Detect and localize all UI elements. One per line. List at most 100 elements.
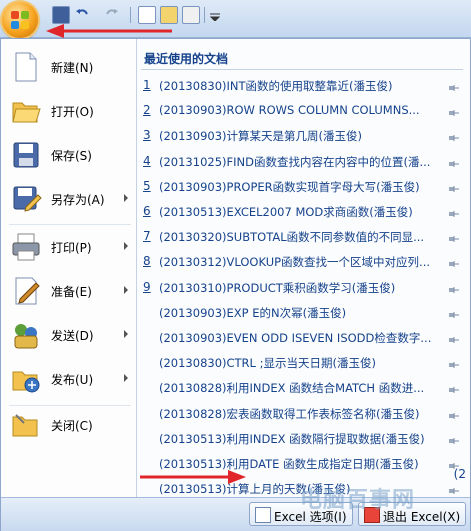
pin-icon[interactable]	[449, 182, 459, 192]
recent-document-name: (20130828)宏表函数取得工作表标签名称(潘玉俊)	[159, 406, 420, 421]
new-document-icon	[10, 51, 42, 83]
annotation-arrow-icon	[46, 24, 172, 38]
recent-document-number: 7	[143, 229, 151, 244]
recent-document-name: (20130903)计算某天是第几周(潘玉俊)	[159, 129, 362, 144]
recent-document-number: 5	[143, 178, 151, 193]
pin-icon[interactable]	[449, 383, 459, 394]
submenu-arrow-icon	[124, 286, 128, 294]
watermark-text: 电脑百事网	[300, 488, 416, 513]
redo-icon[interactable]	[104, 6, 120, 22]
recent-document-item[interactable]: 1 (20130830)INT函数的使用取整靠近(潘玉俊)	[143, 75, 461, 95]
menu-label-save: 保存(S)	[51, 149, 92, 163]
recent-document-item[interactable]: 3 (20130903)计算某天是第几周(潘玉俊)	[143, 125, 461, 145]
pin-icon[interactable]	[449, 207, 459, 217]
menu-item-new[interactable]: 新建(N)	[1, 47, 136, 87]
menu-label-send: 发送(D)	[51, 329, 94, 343]
pin-icon[interactable]	[449, 131, 459, 142]
pin-icon[interactable]	[449, 81, 459, 91]
table-icon[interactable]	[160, 6, 178, 24]
publish-icon	[10, 363, 42, 395]
recent-document-item[interactable]: 2 (20130903)ROW ROWS COLUMN COLUMNS...	[143, 100, 461, 120]
recent-document-item[interactable]: (20130828)利用INDEX 函数结合MATCH 函数进...	[143, 377, 461, 397]
recent-document-name: (20130320)SUBTOTAL函数不同参数值的不同显...	[159, 230, 425, 245]
pin-icon[interactable]	[449, 434, 459, 444]
menu-item-save-as[interactable]: 另存为(A)	[1, 179, 136, 219]
menu-label-prepare: 准备(E)	[51, 285, 92, 299]
pin-icon[interactable]	[449, 232, 459, 243]
pin-icon[interactable]	[449, 157, 459, 167]
recent-document-item[interactable]: (20130903)EVEN ODD ISEVEN ISODD检查数字...	[143, 327, 461, 347]
form-icon[interactable]	[138, 6, 156, 24]
recent-document-number: 3	[143, 128, 151, 143]
menu-label-publish: 发布(U)	[51, 373, 94, 387]
menu-item-send[interactable]: 发送(D)	[1, 315, 136, 355]
save-disk-icon	[10, 139, 42, 171]
recent-document-item[interactable]: 9 (20130310)PRODUCT乘积函数学习(潘玉俊)	[143, 277, 461, 297]
submenu-arrow-icon	[124, 242, 128, 250]
menu-item-open[interactable]: 打开(O)	[1, 91, 136, 131]
recent-document-item[interactable]: 7 (20130320)SUBTOTAL函数不同参数值的不同显...	[143, 226, 461, 246]
pin-icon[interactable]	[449, 333, 459, 343]
office-menu: 新建(N) 打开(O) 保存(S) 另存为(A) 打印(P) 准备(E) 发送(…	[0, 38, 471, 531]
prepare-document-icon	[10, 275, 42, 307]
recent-document-item[interactable]: 4 (20131025)FIND函数查找内容在内容中的位置(潘...	[143, 151, 461, 171]
recent-document-name: (20130903)EVEN ODD ISEVEN ISODD检查数字...	[159, 331, 432, 345]
close-folder-icon	[10, 409, 42, 441]
recent-document-number: 1	[143, 78, 151, 92]
recent-document-item[interactable]: 6 (20130513)EXCEL2007 MOD求商函数(潘玉俊)	[143, 201, 461, 221]
recent-document-name: (20130310)PRODUCT乘积函数学习(潘玉俊)	[159, 280, 396, 295]
options-icon	[255, 507, 271, 523]
recent-document-item[interactable]: (20130903)EXP E的N次幂(潘玉俊)	[143, 302, 461, 322]
menu-label-close: 关闭(C)	[51, 419, 93, 433]
recent-document-name: (20131025)FIND函数查找内容在内容中的位置(潘...	[159, 154, 431, 169]
office-button[interactable]	[2, 2, 38, 38]
menu-item-publish[interactable]: 发布(U)	[1, 359, 136, 399]
list-icon[interactable]	[182, 6, 200, 24]
recent-document-name: (20130830)CTRL ;显示当天日期(潘玉俊)	[159, 356, 376, 371]
menu-label-new: 新建(N)	[51, 61, 94, 75]
save-icon[interactable]	[52, 6, 70, 24]
recent-document-item[interactable]: 8 (20130312)VLOOKUP函数查找一个区域中对应列...	[143, 251, 461, 271]
recent-document-name: (20130903)ROW ROWS COLUMN COLUMNS...	[159, 103, 420, 118]
menu-item-prepare[interactable]: 准备(E)	[1, 271, 136, 311]
pin-icon[interactable]	[449, 106, 459, 117]
recent-document-number: 8	[143, 254, 151, 269]
pin-icon[interactable]	[449, 484, 459, 495]
recent-document-number: 9	[143, 279, 151, 294]
menu-item-print[interactable]: 打印(P)	[1, 227, 136, 267]
send-icon	[10, 319, 42, 351]
menu-item-save[interactable]: 保存(S)	[1, 135, 136, 175]
pin-icon[interactable]	[449, 283, 459, 293]
recent-document-item[interactable]: (20130830)CTRL ;显示当天日期(潘玉俊)	[143, 352, 461, 372]
recent-document-number: 4	[143, 153, 151, 168]
pin-icon[interactable]	[449, 257, 459, 268]
printer-icon	[10, 231, 42, 263]
recent-document-item[interactable]: (20130828)宏表函数取得工作表标签名称(潘玉俊)	[143, 403, 461, 423]
customize-dropdown-icon[interactable]	[209, 10, 226, 26]
menu-item-close[interactable]: 关闭(C)	[1, 405, 136, 445]
submenu-arrow-icon	[124, 374, 128, 382]
menu-label-open: 打开(O)	[51, 105, 94, 119]
menu-label-save-as: 另存为(A)	[51, 193, 105, 207]
pin-icon[interactable]	[449, 308, 459, 318]
annotation-arrow-icon	[140, 470, 246, 484]
recent-document-item[interactable]: 5 (20130903)PROPER函数实现首字母大写(潘玉俊)	[143, 176, 461, 196]
recent-documents-title: 最近使用的文档	[144, 52, 229, 66]
submenu-arrow-icon	[124, 330, 128, 338]
recent-document-name: (20130513)利用INDEX 函数隔行提取数据(潘玉俊)	[159, 431, 425, 446]
recent-document-name: (20130903)PROPER函数实现首字母大写(潘玉俊)	[159, 179, 420, 194]
recent-document-name: (20130312)VLOOKUP函数查找一个区域中对应列...	[159, 255, 431, 270]
recent-document-name: (20130903)EXP E的N次幂(潘玉俊)	[159, 305, 347, 320]
office-logo-icon	[11, 11, 29, 29]
recent-document-name: (20130513)EXCEL2007 MOD求商函数(潘玉俊)	[159, 205, 413, 219]
recent-document-name: (20130830)INT函数的使用取整靠近(潘玉俊)	[159, 79, 393, 93]
recent-document-number: 6	[143, 204, 151, 218]
recent-document-item[interactable]: (20130513)利用INDEX 函数隔行提取数据(潘玉俊)	[143, 428, 461, 448]
open-folder-icon	[10, 95, 42, 127]
recent-document-name: (20130828)利用INDEX 函数结合MATCH 函数进...	[159, 381, 425, 396]
recent-documents-panel: 最近使用的文档 1 (20130830)INT函数的使用取整靠近(潘玉俊) 2 (20…	[137, 39, 471, 497]
undo-icon[interactable]	[74, 6, 90, 22]
pin-icon[interactable]	[449, 358, 459, 369]
pin-icon[interactable]	[449, 459, 459, 469]
pin-icon[interactable]	[449, 409, 459, 419]
